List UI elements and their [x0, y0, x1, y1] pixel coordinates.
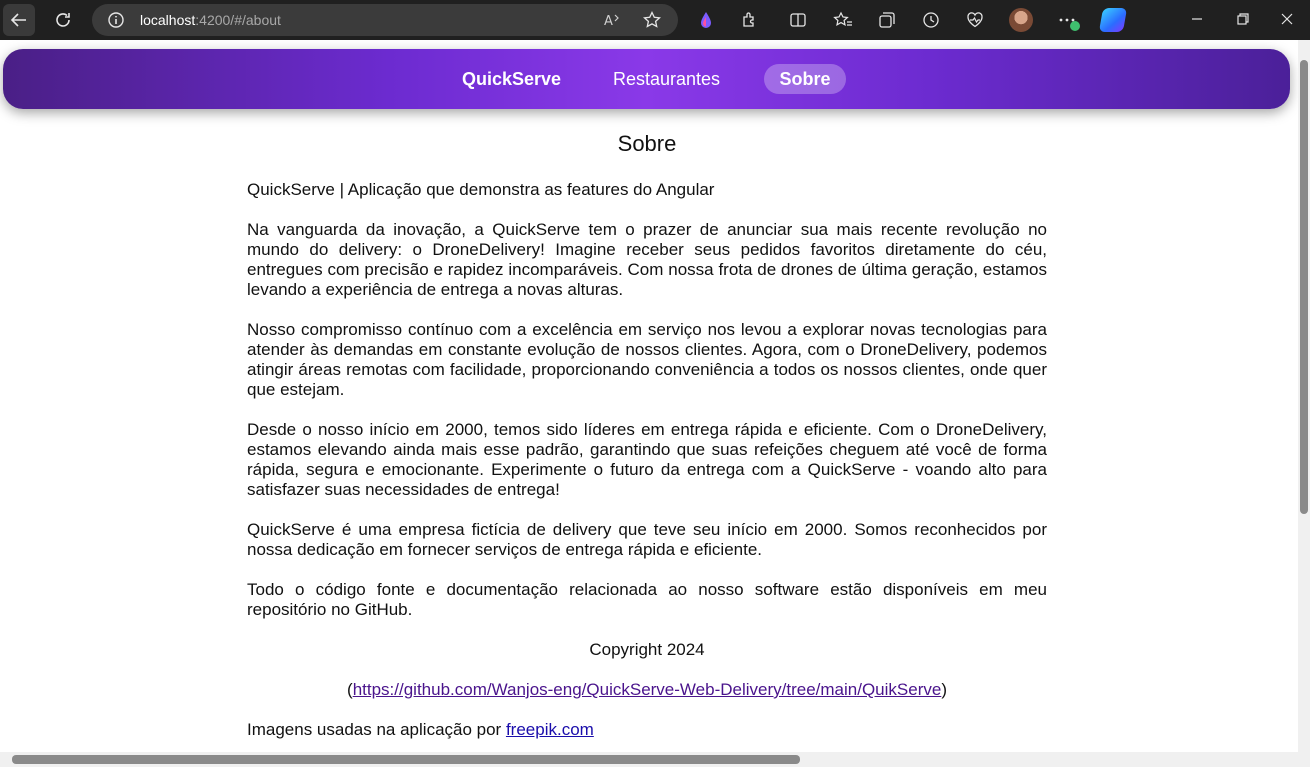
nav-brand-quickserve[interactable]: QuickServe	[462, 64, 561, 94]
image-credits-text: Imagens usadas na aplicação por	[247, 720, 506, 739]
app-navbar: QuickServe Restaurantes Sobre	[3, 49, 1290, 109]
extensions-icon[interactable]	[741, 11, 759, 29]
repo-paren-close: )	[941, 680, 947, 699]
split-screen-icon[interactable]	[789, 11, 807, 29]
about-paragraph: QuickServe é uma empresa fictícia de del…	[247, 520, 1047, 559]
back-arrow-icon	[10, 13, 26, 27]
edge-drop-icon[interactable]	[697, 11, 715, 29]
restore-icon[interactable]	[1236, 12, 1250, 26]
about-content: QuickServe | Aplicação que demonstra as …	[247, 180, 1047, 760]
update-badge	[1070, 21, 1080, 31]
vertical-scrollbar[interactable]	[1298, 40, 1310, 752]
nav-item-restaurantes[interactable]: Restaurantes	[613, 64, 720, 94]
repo-line: (https://github.com/Wanjos-eng/QuickServ…	[247, 680, 1047, 700]
read-aloud-icon[interactable]: A	[604, 12, 622, 28]
address-bar[interactable]: localhost:4200/#/about A	[92, 4, 678, 36]
copyright-text: Copyright 2024	[589, 640, 705, 659]
about-paragraph: Desde o nosso início em 2000, temos sido…	[247, 420, 1047, 499]
favorite-star-icon[interactable]	[643, 11, 661, 29]
about-subtitle: QuickServe | Aplicação que demonstra as …	[247, 180, 715, 199]
browser-toolbar: localhost:4200/#/about A	[0, 0, 1310, 40]
about-paragraph: Todo o código fonte e documentação relac…	[247, 580, 1047, 619]
history-icon[interactable]	[922, 11, 940, 29]
collections-icon[interactable]	[878, 11, 896, 29]
vertical-scroll-thumb[interactable]	[1300, 60, 1308, 514]
reload-icon	[56, 13, 70, 27]
freepik-link[interactable]: freepik.com	[506, 720, 594, 739]
profile-avatar[interactable]	[1009, 8, 1033, 32]
nav-item-sobre[interactable]: Sobre	[764, 64, 846, 94]
about-paragraph: Na vanguarda da inovação, a QuickServe t…	[247, 220, 1047, 299]
about-paragraph: Nosso compromisso contínuo com a excelên…	[247, 320, 1047, 399]
horizontal-scroll-thumb[interactable]	[12, 755, 800, 764]
copilot-icon[interactable]	[1098, 8, 1128, 32]
minimize-icon[interactable]	[1190, 12, 1204, 26]
page-title: Sobre	[617, 131, 677, 156]
close-icon[interactable]	[1280, 12, 1294, 26]
github-repo-link[interactable]: https://github.com/Wanjos-eng/QuickServe…	[353, 680, 942, 699]
url-text[interactable]: localhost:4200/#/about	[140, 12, 281, 28]
reload-button[interactable]	[47, 4, 79, 36]
svg-text:A: A	[604, 14, 613, 28]
back-button[interactable]	[3, 4, 35, 36]
horizontal-scrollbar[interactable]	[0, 752, 1310, 767]
favorites-icon[interactable]	[833, 11, 853, 29]
browser-essentials-icon[interactable]	[966, 11, 984, 29]
image-credits: Imagens usadas na aplicação por freepik.…	[247, 720, 1047, 740]
site-info-icon[interactable]	[108, 12, 124, 28]
